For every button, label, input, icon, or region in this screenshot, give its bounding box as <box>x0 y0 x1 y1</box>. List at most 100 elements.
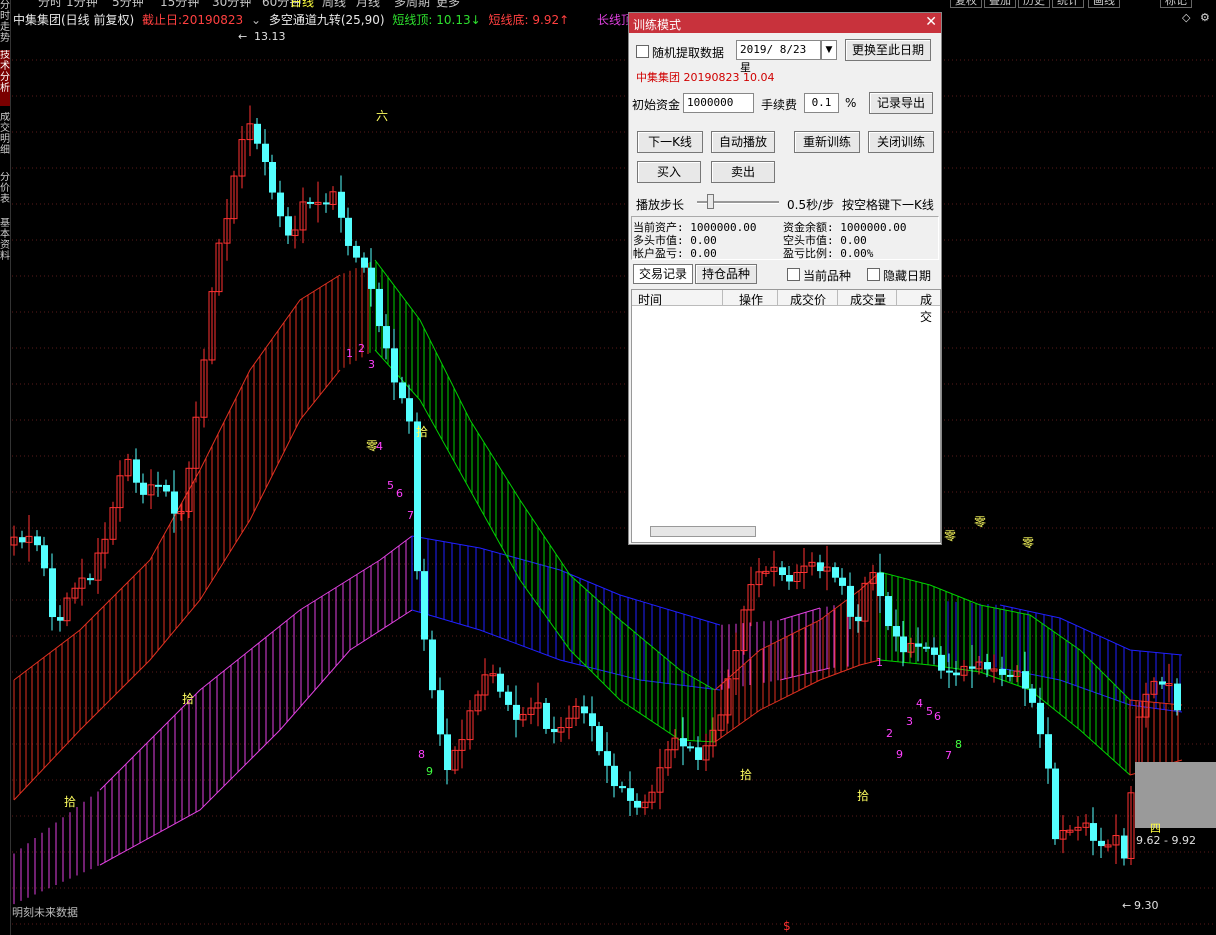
indicator-name[interactable]: 多空通道九转(25,90) <box>269 13 385 27</box>
candle-body <box>581 706 588 714</box>
candle-body <box>497 673 504 692</box>
column-header[interactable]: 成交量 <box>850 291 886 308</box>
sell-button[interactable]: 卖出 <box>711 161 775 183</box>
dollar-marker: $ <box>783 919 791 933</box>
side-tab[interactable]: 分时走势 <box>0 0 10 44</box>
short-bottom-arrow-icon: ↑ <box>559 13 570 27</box>
next-kline-button[interactable]: 下一K线 <box>637 131 703 153</box>
fee-label: 手续费 <box>761 98 798 112</box>
candle-body <box>1121 835 1128 859</box>
candle-body <box>338 191 345 218</box>
date-dropdown-button[interactable]: ▼ <box>821 40 837 60</box>
menu-item[interactable]: 多周期 <box>394 0 430 8</box>
indicator-dropdown-icon[interactable]: ⌄ <box>251 13 261 27</box>
autoplay-button[interactable]: 自动播放 <box>711 131 775 153</box>
candle-body <box>596 726 603 752</box>
candle-body <box>786 575 793 582</box>
menu-item[interactable]: 30分钟 <box>212 0 251 8</box>
trade-records-table[interactable]: 时间 操作 成交价 成交量 成交 <box>631 289 941 543</box>
column-header[interactable]: 时间 <box>638 291 662 308</box>
candle-body <box>1174 683 1181 711</box>
candle-body <box>893 626 900 637</box>
candle-body <box>383 326 390 349</box>
menu-item[interactable]: 分时 <box>38 0 62 8</box>
future-zone <box>1135 762 1216 828</box>
candle-body <box>855 616 862 622</box>
candle-body <box>414 421 421 572</box>
tab-positions[interactable]: 持仓品种 <box>695 264 757 284</box>
column-header[interactable]: 成交价 <box>790 291 826 308</box>
stock-date-price: 中集集团 20190823 10.04 <box>636 71 775 84</box>
dialog-titlebar[interactable]: 训练模式 ✕ <box>629 13 941 33</box>
close-icon[interactable]: ✕ <box>925 14 937 30</box>
kline-chart[interactable]: ← 13.13← 9.309.62 - 9.92四明刻未来数据$六拾零拾拾拾拾零零零… <box>10 28 1216 935</box>
candle-body <box>353 245 360 258</box>
long-channel-magenta-edge <box>779 607 821 621</box>
candle-body <box>444 734 451 771</box>
toolbar-button[interactable]: 叠加 <box>984 0 1016 8</box>
toolbar-button[interactable]: 复权 <box>950 0 982 8</box>
sequence-number: 3 <box>368 358 375 371</box>
candle-body <box>1090 823 1097 841</box>
cn-marker: 六 <box>376 109 388 123</box>
toolbar-button[interactable]: 历史 <box>1018 0 1050 8</box>
sequence-number: 2 <box>886 727 893 740</box>
toolbar-button[interactable]: 统计 <box>1052 0 1084 8</box>
range-label: 9.62 - 9.92 <box>1136 834 1196 847</box>
fee-input[interactable]: 0.1 <box>804 93 839 113</box>
menu-item[interactable]: 月线 <box>356 0 380 8</box>
speed-value: 0.5秒/步 <box>787 198 835 212</box>
sequence-number: 4 <box>376 440 383 453</box>
long-channel-blue-edge <box>411 535 721 626</box>
candle-body <box>361 257 368 268</box>
candle-body <box>551 728 558 733</box>
current-stock-checkbox[interactable] <box>787 268 800 281</box>
account-pl: 帐户盈亏: 0.00 <box>633 247 717 260</box>
close-training-button[interactable]: 关闭训练 <box>868 131 934 153</box>
menu-item[interactable]: 1分钟 <box>66 0 98 8</box>
candle-body <box>619 786 626 789</box>
cn-marker: 零 <box>1022 536 1034 550</box>
tab-trade-records[interactable]: 交易记录 <box>633 264 693 284</box>
candle-body <box>543 702 550 729</box>
date-picker[interactable]: 2019/ 8/23 星 <box>736 40 821 74</box>
export-records-button[interactable]: 记录导出 <box>869 92 933 114</box>
short-channel-red-edge <box>13 369 341 801</box>
menu-item[interactable]: 日线 <box>290 0 314 8</box>
candle-body <box>1098 840 1105 847</box>
diamond-icon[interactable]: ◇ <box>1182 11 1190 24</box>
speed-label: 播放步长 <box>636 198 685 212</box>
speed-slider-thumb[interactable] <box>707 194 714 209</box>
cn-marker: 拾 <box>182 691 194 706</box>
sequence-number: 4 <box>916 697 923 710</box>
side-tab[interactable]: 成交明细 <box>0 112 10 166</box>
indicator-info-line: 中集集团(日线 前复权) 截止日:20190823 ⌄ 多空通道九转(25,90… <box>13 11 679 27</box>
init-capital-input[interactable]: 1000000 <box>683 93 754 113</box>
random-data-checkbox[interactable] <box>636 45 649 58</box>
candle-body <box>1007 674 1014 677</box>
retrain-button[interactable]: 重新训练 <box>794 131 860 153</box>
candle-body <box>57 617 64 621</box>
settings-icon[interactable]: ⚙ <box>1200 11 1210 24</box>
column-header[interactable]: 成交 <box>920 291 940 325</box>
candle-body <box>49 568 56 618</box>
menu-item[interactable]: 周线 <box>322 0 346 8</box>
column-header[interactable]: 操作 <box>739 291 763 308</box>
candle-body <box>687 746 694 749</box>
side-tab[interactable]: 基本资料 <box>0 218 10 270</box>
menu-item[interactable]: 更多 <box>436 0 460 8</box>
candle-body <box>87 578 94 581</box>
random-data-label: 随机提取数据 <box>652 46 725 60</box>
hide-date-checkbox[interactable] <box>867 268 880 281</box>
menu-item[interactable]: 15分钟 <box>160 0 199 8</box>
sequence-number: 1 <box>876 656 883 669</box>
menu-item[interactable]: 5分钟 <box>112 0 144 8</box>
horizontal-scrollbar[interactable] <box>650 526 756 537</box>
toolbar-button[interactable]: 标记 <box>1160 0 1192 8</box>
side-tab[interactable]: 分价表 <box>0 172 10 212</box>
short-bottom-value: 短线底: 9.92 <box>488 13 560 27</box>
toolbar-button[interactable]: 画线 <box>1088 0 1120 8</box>
change-date-button[interactable]: 更换至此日期 <box>845 39 931 61</box>
buy-button[interactable]: 买入 <box>637 161 701 183</box>
side-tab[interactable]: 技术分析 <box>0 50 10 106</box>
